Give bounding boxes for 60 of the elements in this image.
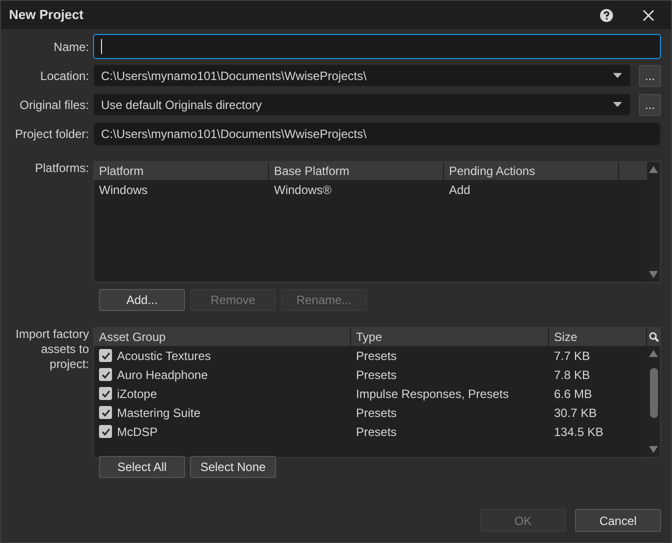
checkbox[interactable] [99, 387, 112, 400]
dropdown[interactable]: C:\Users\mynamo101\Documents\WwiseProjects\ [93, 64, 631, 87]
scroll-down-icon[interactable] [649, 271, 658, 278]
table-cell-text: 7.7 KB [553, 348, 592, 364]
checkbox[interactable] [99, 368, 112, 381]
button: Remove [190, 289, 276, 311]
column-header[interactable]: Type [351, 328, 549, 346]
section-label: Import factory assets to project: [14, 327, 90, 373]
browse-button[interactable]: ... [639, 64, 661, 86]
scroll-up-icon[interactable] [649, 350, 658, 357]
button: OK [480, 509, 566, 532]
table-cell-text: Presets [355, 404, 398, 422]
column-header[interactable]: Pending Actions [444, 162, 619, 180]
table-cell-text: Auro Headphone [117, 366, 208, 384]
table-cell-text: 6.6 MB [553, 386, 594, 402]
text-cursor [101, 39, 102, 54]
table-cell-text: McDSP [117, 424, 158, 440]
table-cell-text: Windows [98, 182, 149, 199]
table-cell-text: Impulse Responses, Presets [355, 386, 510, 402]
window-title: New Project [9, 6, 84, 24]
scroll-up-icon[interactable] [649, 166, 658, 173]
button: Rename... [281, 289, 367, 311]
scroll-down-icon[interactable] [649, 446, 658, 453]
close-icon[interactable] [643, 10, 654, 20]
scroll-thumb[interactable] [650, 368, 658, 418]
table-cell-text: Add [448, 182, 472, 199]
field-label: Location: [39, 68, 90, 84]
help-icon[interactable] [600, 8, 613, 22]
table-cell-text: Presets [355, 348, 398, 364]
table-cell-text: Windows® [273, 182, 333, 199]
table-cell-text: Acoustic Textures [117, 348, 211, 364]
section-label: Platforms: [34, 161, 90, 177]
column-header[interactable]: Platform [94, 162, 269, 180]
browse-button[interactable]: ... [639, 94, 661, 116]
dropdown-arrow-icon [613, 102, 622, 107]
button[interactable]: Select All [99, 456, 185, 478]
column-header[interactable]: Size [549, 328, 647, 346]
table-cell-text: Presets [355, 366, 398, 384]
table-cell-text: Mastering Suite [117, 404, 200, 422]
button[interactable]: Cancel [575, 509, 661, 532]
table-cell-text: iZotope [117, 386, 158, 402]
field-label: Project folder: [14, 126, 90, 143]
table-cell-text: 7.8 KB [553, 366, 592, 384]
checkbox[interactable] [99, 349, 112, 362]
field-label: Name: [52, 38, 90, 56]
table-cell-text: Presets [355, 424, 398, 440]
button[interactable]: Add... [99, 289, 185, 311]
column-header[interactable]: Base Platform [269, 162, 444, 180]
checkbox[interactable] [99, 425, 112, 438]
field-label: Original files: [18, 96, 90, 114]
table-cell-text: 30.7 KB [553, 404, 598, 422]
button[interactable]: Select None [190, 456, 276, 478]
dropdown[interactable]: Use default Originals directory [93, 93, 631, 116]
search-icon[interactable] [648, 332, 658, 342]
name-field[interactable] [93, 34, 661, 59]
dropdown-arrow-icon [613, 73, 622, 78]
path-field: C:\Users\mynamo101\Documents\WwiseProjects\ [93, 122, 661, 146]
table-cell-text: 134.5 KB [553, 424, 604, 440]
column-header[interactable]: Asset Group [94, 328, 351, 346]
checkbox[interactable] [99, 406, 112, 419]
